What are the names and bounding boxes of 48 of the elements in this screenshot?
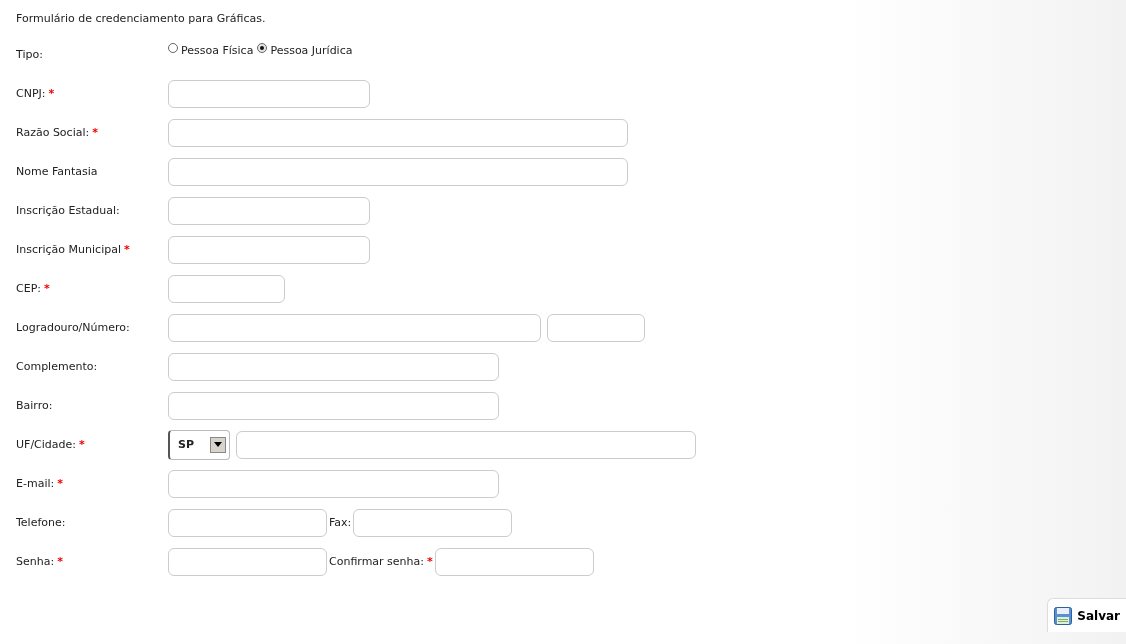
field-label: Confirmar senha:: [329, 555, 424, 568]
text-field[interactable]: [168, 352, 499, 381]
state-dropdown[interactable]: SP: [168, 429, 230, 460]
text-field[interactable]: [236, 430, 696, 459]
form-title: Formulário de credenciamento para Gráficas.: [16, 12, 267, 25]
text-field[interactable]: [168, 469, 499, 498]
text-field[interactable]: [168, 118, 628, 147]
field-label: Telefone:: [16, 516, 66, 529]
text-field[interactable]: [168, 391, 499, 420]
text-field[interactable]: [168, 196, 370, 225]
required-asterisk: *: [48, 87, 55, 100]
radio-button[interactable]: [257, 43, 268, 53]
radio-option[interactable]: Pessoa Jurídica: [257, 44, 353, 57]
text-field[interactable]: [353, 508, 513, 537]
field-label: Razão Social:: [16, 126, 90, 139]
field-label: UF/Cidade:: [16, 438, 76, 451]
caret-icon: [214, 442, 222, 447]
text-field[interactable]: [168, 313, 541, 342]
required-asterisk: *: [44, 282, 50, 295]
field-label: Bairro:: [16, 399, 53, 412]
text-field[interactable]: [168, 157, 628, 186]
field-label: Logradouro/Número:: [16, 321, 130, 334]
text-field[interactable]: [434, 547, 594, 576]
required-asterisk: *: [57, 477, 63, 490]
text-field[interactable]: [168, 547, 327, 576]
text-field[interactable]: [168, 235, 370, 264]
text-field[interactable]: [168, 274, 285, 303]
required-asterisk: *: [123, 243, 130, 256]
radio-option[interactable]: Pessoa Física: [168, 44, 254, 57]
radio-button[interactable]: [168, 43, 178, 53]
text-field[interactable]: [547, 313, 645, 342]
text-field[interactable]: [168, 79, 370, 108]
field-label: CEP:: [16, 282, 41, 295]
required-asterisk: *: [427, 555, 433, 568]
text-field[interactable]: [168, 508, 327, 537]
field-label: Fax:: [329, 516, 352, 529]
field-label: CNPJ:: [16, 87, 46, 100]
field-label: Inscrição Municipal: [16, 243, 121, 256]
save-button[interactable]: Salvar: [1047, 598, 1126, 632]
field-label: Senha:: [16, 555, 55, 568]
field-label: Inscrição Estadual:: [16, 204, 120, 217]
field-label: Nome Fantasia: [16, 165, 98, 178]
required-asterisk: *: [79, 438, 85, 451]
required-asterisk: *: [57, 555, 63, 568]
required-asterisk: *: [92, 126, 98, 139]
field-label: Complemento:: [16, 360, 98, 373]
field-label: E-mail:: [16, 477, 55, 490]
field-label: Tipo:: [16, 48, 43, 61]
